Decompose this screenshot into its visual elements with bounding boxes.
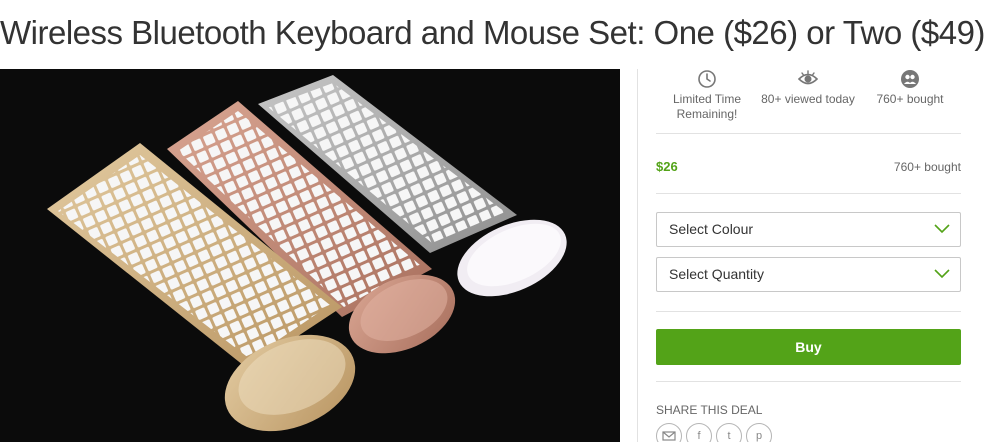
quantity-select[interactable]: Select Quantity — [656, 257, 961, 292]
stat-text: Limited Time Remaining! — [672, 92, 742, 121]
stat-text: 760+ bought — [876, 92, 944, 106]
people-icon — [901, 70, 919, 88]
share-label: SHARE THIS DEAL — [656, 403, 763, 417]
divider — [656, 311, 961, 312]
colour-select[interactable]: Select Colour — [656, 212, 961, 247]
product-image[interactable] — [0, 69, 620, 442]
quantity-select-label: Select Quantity — [669, 266, 764, 282]
divider — [656, 381, 961, 382]
divider — [656, 133, 961, 134]
email-icon[interactable] — [656, 423, 682, 442]
chevron-down-icon — [934, 224, 950, 234]
pinterest-icon[interactable]: p — [746, 423, 772, 442]
stat-text: 80+ viewed today — [761, 92, 855, 106]
keyboard-mouse-illustration — [47, 75, 567, 432]
twitter-icon[interactable]: t — [716, 423, 742, 442]
facebook-icon[interactable]: f — [686, 423, 712, 442]
chevron-down-icon — [934, 269, 950, 279]
deal-title: Wireless Bluetooth Keyboard and Mouse Se… — [0, 14, 985, 51]
divider — [656, 193, 961, 194]
clock-icon — [698, 70, 716, 88]
buy-button[interactable]: Buy — [656, 329, 961, 365]
stat-bought: 760+ bought — [859, 69, 961, 107]
colour-select-label: Select Colour — [669, 221, 754, 237]
column-divider — [637, 69, 638, 442]
stat-time-remaining: Limited Time Remaining! — [656, 69, 758, 122]
deal-price: $26 — [656, 159, 678, 174]
bought-count: 760+ bought — [893, 160, 961, 174]
deal-stats: Limited Time Remaining! 80+ viewed today… — [656, 69, 961, 133]
stat-viewed: 80+ viewed today — [757, 69, 859, 107]
eye-icon — [798, 70, 818, 85]
